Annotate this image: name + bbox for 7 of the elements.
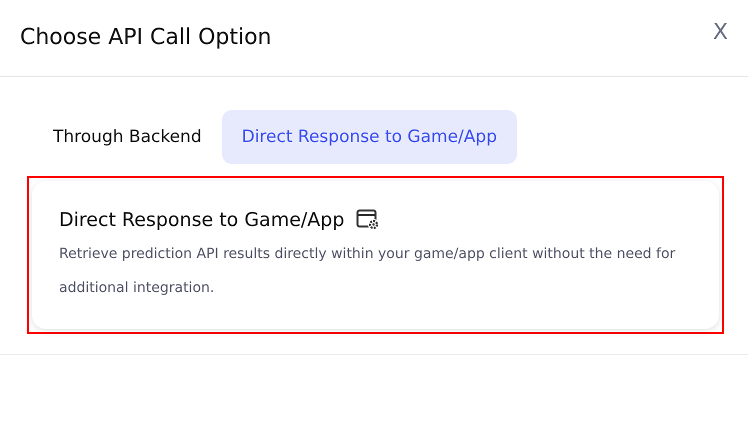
window-gear-icon: [356, 209, 380, 231]
close-button[interactable]: X: [712, 20, 728, 44]
card-title: Direct Response to Game/App: [59, 209, 344, 231]
dialog-title: Choose API Call Option: [20, 24, 272, 52]
tab[interactable]: Through Backend: [33, 110, 222, 164]
card-description: Retrieve prediction API results directly within your game/app client without the need for additional integration.: [59, 245, 676, 298]
tab[interactable]: Direct Response to Game/App: [222, 110, 517, 164]
